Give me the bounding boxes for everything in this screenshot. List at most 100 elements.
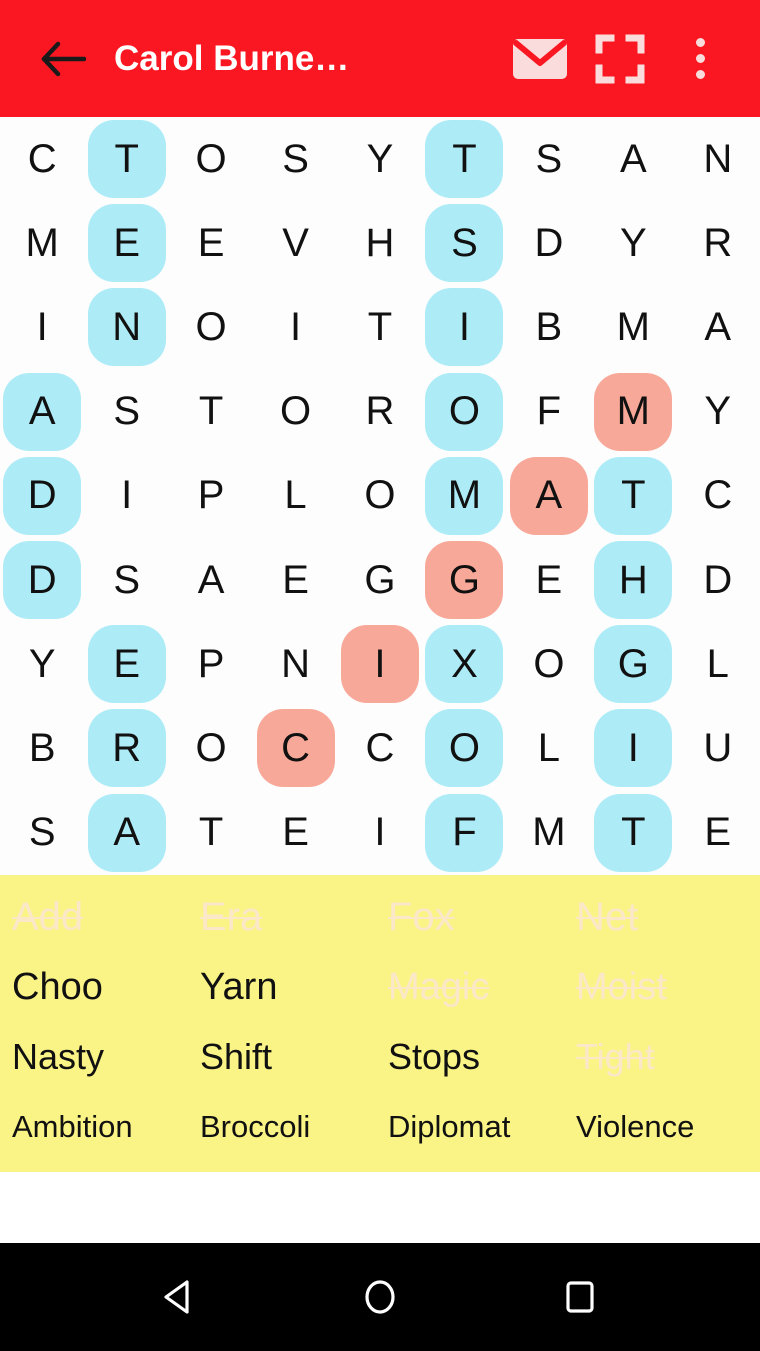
word-list-item[interactable]: Diplomat — [384, 1092, 572, 1162]
grid-cell[interactable]: L — [507, 706, 591, 790]
grid-cell[interactable]: I — [84, 454, 168, 538]
grid-cell[interactable]: C — [338, 706, 422, 790]
grid-cell[interactable]: E — [84, 622, 168, 706]
grid-cell[interactable]: T — [422, 117, 506, 201]
grid-cell[interactable]: B — [0, 706, 84, 790]
grid-cell[interactable]: N — [84, 285, 168, 369]
grid-cell[interactable]: M — [507, 791, 591, 875]
grid-cell[interactable]: F — [422, 791, 506, 875]
grid-cell[interactable]: I — [422, 285, 506, 369]
word-list-item[interactable]: Shift — [196, 1023, 384, 1093]
grid-cell[interactable]: O — [169, 117, 253, 201]
grid-cell[interactable]: X — [422, 622, 506, 706]
grid-cell[interactable]: R — [676, 201, 760, 285]
grid-cell[interactable]: D — [0, 454, 84, 538]
grid-cell[interactable]: Y — [338, 117, 422, 201]
grid-cell[interactable]: O — [253, 370, 337, 454]
grid-cell[interactable]: T — [84, 117, 168, 201]
grid-cell[interactable]: T — [169, 791, 253, 875]
grid-cell[interactable]: A — [507, 454, 591, 538]
grid-cell[interactable]: E — [507, 538, 591, 622]
grid-cell[interactable]: T — [591, 454, 675, 538]
grid-cell[interactable]: I — [0, 285, 84, 369]
grid-cell[interactable]: D — [676, 538, 760, 622]
word-list-item-found[interactable]: Tight — [572, 1023, 760, 1093]
word-list-item[interactable]: Ambition — [8, 1092, 196, 1162]
grid-cell[interactable]: M — [591, 285, 675, 369]
back-button[interactable] — [34, 30, 92, 88]
word-list-item[interactable]: Stops — [384, 1023, 572, 1093]
word-search-grid[interactable]: CTOSYTSANMEEVHSDYRINOITIBMAASTOROFMYDIPL… — [0, 117, 760, 875]
grid-cell[interactable]: O — [169, 706, 253, 790]
fullscreen-button[interactable] — [582, 21, 658, 97]
word-list-item[interactable]: Violence — [572, 1092, 760, 1162]
grid-cell[interactable]: E — [676, 791, 760, 875]
word-list-item-found[interactable]: Fox — [384, 883, 572, 953]
grid-cell[interactable]: A — [0, 370, 84, 454]
nav-back-button[interactable] — [145, 1262, 215, 1332]
grid-cell[interactable]: D — [507, 201, 591, 285]
grid-cell[interactable]: S — [84, 370, 168, 454]
grid-cell[interactable]: I — [338, 622, 422, 706]
grid-cell[interactable]: C — [253, 706, 337, 790]
grid-cell[interactable]: E — [84, 201, 168, 285]
grid-cell[interactable]: S — [0, 791, 84, 875]
grid-cell[interactable]: O — [507, 622, 591, 706]
word-list-item[interactable]: Nasty — [8, 1023, 196, 1093]
grid-cell[interactable]: Y — [0, 622, 84, 706]
grid-cell[interactable]: C — [0, 117, 84, 201]
grid-cell[interactable]: U — [676, 706, 760, 790]
grid-cell[interactable]: M — [422, 454, 506, 538]
grid-cell[interactable]: O — [338, 454, 422, 538]
grid-cell[interactable]: O — [422, 706, 506, 790]
grid-cell[interactable]: G — [338, 538, 422, 622]
grid-cell[interactable]: T — [169, 370, 253, 454]
grid-cell[interactable]: F — [507, 370, 591, 454]
grid-cell[interactable]: O — [422, 370, 506, 454]
grid-cell[interactable]: V — [253, 201, 337, 285]
grid-cell[interactable]: A — [169, 538, 253, 622]
grid-cell[interactable]: A — [84, 791, 168, 875]
grid-cell[interactable]: C — [676, 454, 760, 538]
grid-cell[interactable]: L — [676, 622, 760, 706]
grid-cell[interactable]: G — [422, 538, 506, 622]
grid-cell[interactable]: Y — [591, 201, 675, 285]
grid-cell[interactable]: E — [253, 538, 337, 622]
grid-cell[interactable]: N — [253, 622, 337, 706]
grid-cell[interactable]: S — [253, 117, 337, 201]
grid-cell[interactable]: T — [591, 791, 675, 875]
grid-cell[interactable]: E — [253, 791, 337, 875]
grid-cell[interactable]: H — [338, 201, 422, 285]
word-list-item[interactable]: Choo — [8, 953, 196, 1023]
grid-cell[interactable]: N — [676, 117, 760, 201]
grid-cell[interactable]: Y — [676, 370, 760, 454]
word-list-item-found[interactable]: Magic — [384, 953, 572, 1023]
grid-cell[interactable]: H — [591, 538, 675, 622]
overflow-menu-button[interactable] — [662, 21, 738, 97]
grid-cell[interactable]: G — [591, 622, 675, 706]
grid-cell[interactable]: D — [0, 538, 84, 622]
grid-cell[interactable]: T — [338, 285, 422, 369]
word-list-item-found[interactable]: Moist — [572, 953, 760, 1023]
grid-cell[interactable]: M — [0, 201, 84, 285]
grid-cell[interactable]: R — [84, 706, 168, 790]
grid-cell[interactable]: L — [253, 454, 337, 538]
grid-cell[interactable]: S — [422, 201, 506, 285]
grid-cell[interactable]: B — [507, 285, 591, 369]
nav-home-button[interactable] — [345, 1262, 415, 1332]
grid-cell[interactable]: S — [507, 117, 591, 201]
mail-button[interactable] — [502, 21, 578, 97]
word-list-item-found[interactable]: Net — [572, 883, 760, 953]
word-list-item[interactable]: Broccoli — [196, 1092, 384, 1162]
grid-cell[interactable]: I — [591, 706, 675, 790]
grid-cell[interactable]: I — [338, 791, 422, 875]
word-list-item[interactable]: Yarn — [196, 953, 384, 1023]
grid-cell[interactable]: M — [591, 370, 675, 454]
grid-cell[interactable]: A — [591, 117, 675, 201]
grid-cell[interactable]: O — [169, 285, 253, 369]
grid-cell[interactable]: R — [338, 370, 422, 454]
grid-cell[interactable]: P — [169, 622, 253, 706]
grid-cell[interactable]: E — [169, 201, 253, 285]
grid-cell[interactable]: A — [676, 285, 760, 369]
grid-cell[interactable]: I — [253, 285, 337, 369]
